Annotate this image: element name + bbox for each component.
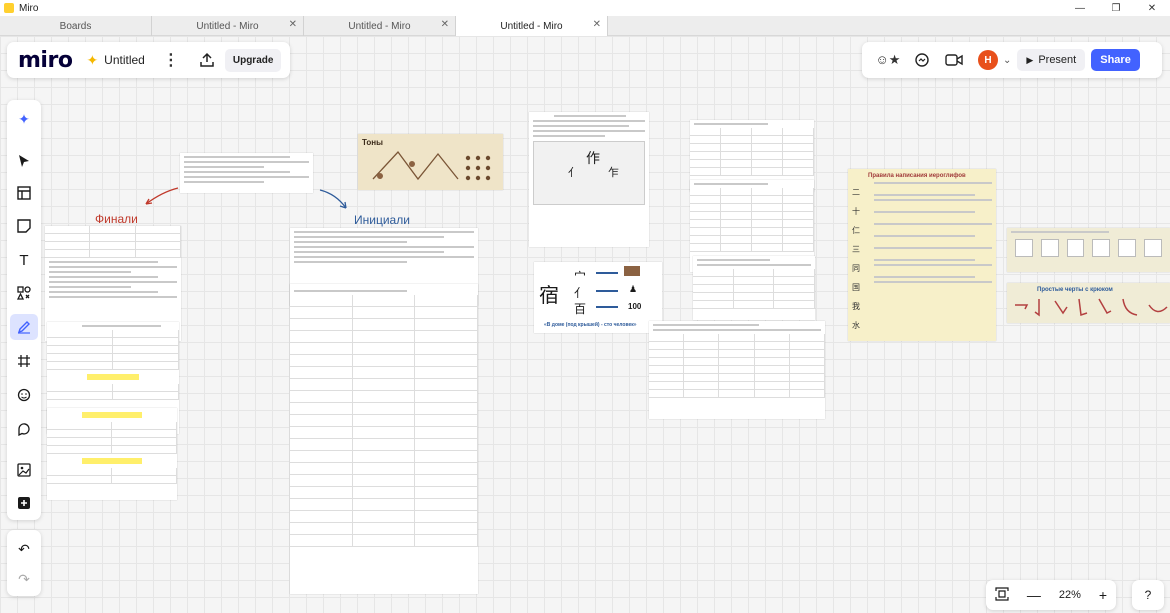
tab-untitled-3[interactable]: Untitled - Miro ✕ — [456, 16, 608, 36]
tab-bar: Boards Untitled - Miro ✕ Untitled - Miro… — [0, 16, 1170, 36]
initials-list-doc[interactable] — [290, 284, 478, 594]
finals-vowels-doc[interactable] — [47, 408, 177, 500]
zoom-out-icon[interactable]: — — [1027, 587, 1041, 603]
export-icon[interactable] — [197, 50, 217, 70]
frame-tool-icon[interactable] — [10, 348, 38, 374]
stickers-icon[interactable] — [10, 382, 38, 408]
tab-label: Boards — [59, 20, 92, 32]
play-icon: ▶ — [1026, 54, 1034, 65]
comment-icon[interactable] — [10, 416, 38, 442]
upload-image-icon[interactable] — [10, 457, 38, 483]
complex-strokes-doc[interactable] — [649, 321, 825, 419]
text-tool-icon[interactable]: T — [10, 247, 38, 273]
add-more-icon[interactable] — [10, 490, 38, 516]
left-toolbar: ✦ T — [7, 100, 41, 520]
pen-tool-icon[interactable] — [10, 314, 38, 340]
video-call-icon[interactable] — [942, 48, 966, 72]
undo-redo-bar: ↶ ↷ — [7, 530, 41, 596]
sparkle-board-icon: ✦ — [86, 51, 99, 68]
close-icon[interactable]: ✕ — [593, 19, 601, 30]
board-canvas[interactable]: Финали Инициали Тоны 作 亻 乍 宿 宀 亻 百 ♟ 100… — [0, 36, 1170, 613]
collab-toolbar: ☺★ H ⌄ ▶ Present Share — [862, 42, 1162, 78]
strokes-doc[interactable]: 作 亻 乍 — [529, 112, 649, 247]
blue-arrow — [319, 189, 347, 209]
user-menu[interactable]: H ⌄ — [978, 50, 1011, 70]
writing-rules-doc[interactable]: Правила написания иероглифов 二十仁三同国我水 — [848, 169, 996, 341]
red-arrow — [145, 187, 179, 205]
ai-sparkle-icon[interactable]: ✦ — [10, 106, 38, 132]
minimize-icon[interactable]: — — [1062, 0, 1098, 16]
zoom-controls: — 22% + — [986, 580, 1116, 610]
tab-untitled-1[interactable]: Untitled - Miro ✕ — [152, 16, 304, 36]
house-number: 100 — [628, 302, 642, 311]
select-tool-icon[interactable] — [10, 148, 38, 174]
present-label: Present — [1038, 54, 1077, 66]
redo-icon[interactable]: ↷ — [10, 566, 38, 592]
tab-label: Untitled - Miro — [196, 20, 259, 32]
tab-boards[interactable]: Boards — [0, 16, 152, 36]
finals-heading: Финали — [95, 212, 138, 226]
strokes-table-doc-3[interactable] — [693, 256, 815, 320]
window-titlebar: Miro — ❐ ✕ — [0, 0, 1170, 16]
chat-icon[interactable] — [910, 48, 934, 72]
tones-image[interactable]: Тоны — [358, 134, 503, 190]
upgrade-button[interactable]: Upgrade — [224, 48, 282, 72]
more-options-icon[interactable]: ⋮ — [163, 50, 179, 70]
chevron-down-icon: ⌄ — [1003, 54, 1012, 66]
miro-app-icon — [4, 3, 14, 13]
window-controls: — ❐ ✕ — [1062, 0, 1170, 16]
zoom-in-icon[interactable]: + — [1099, 587, 1107, 603]
rules-title: Правила написания иероглифов — [868, 173, 966, 179]
close-window-icon[interactable]: ✕ — [1134, 0, 1170, 16]
reactions-icon[interactable]: ☺★ — [870, 48, 906, 72]
zoom-level[interactable]: 22% — [1059, 589, 1081, 601]
stroke-cards-doc[interactable] — [1007, 228, 1170, 272]
board-header: miro ✦ Untitled ⋮ Upgrade — [7, 42, 290, 78]
window-title: Miro — [19, 2, 39, 14]
house-image[interactable]: 宿 宀 亻 百 ♟ 100 «В доме (под крышей) - сто… — [534, 262, 662, 333]
miro-logo[interactable]: miro — [18, 48, 73, 73]
intro-text-doc[interactable] — [180, 153, 313, 193]
board-name[interactable]: Untitled — [104, 53, 145, 67]
share-button[interactable]: Share — [1091, 49, 1140, 71]
hook-strokes-doc[interactable]: Простые черты с крюком — [1007, 283, 1170, 323]
sticky-note-icon[interactable] — [10, 213, 38, 239]
close-icon[interactable]: ✕ — [441, 19, 449, 30]
shapes-icon[interactable] — [10, 280, 38, 306]
help-icon[interactable]: ? — [1132, 580, 1164, 610]
avatar: H — [978, 50, 998, 70]
present-button[interactable]: ▶ Present — [1017, 49, 1086, 71]
strokes-title: Простые черты с крюком — [1037, 287, 1113, 293]
undo-icon[interactable]: ↶ — [10, 536, 38, 562]
maximize-icon[interactable]: ❐ — [1098, 0, 1134, 16]
fit-screen-icon[interactable] — [995, 586, 1009, 604]
close-icon[interactable]: ✕ — [289, 19, 297, 30]
tab-label: Untitled - Miro — [500, 20, 563, 32]
tab-label: Untitled - Miro — [348, 20, 411, 32]
house-caption: «В доме (под крышей) - сто человек» — [544, 322, 637, 328]
tab-untitled-2[interactable]: Untitled - Miro ✕ — [304, 16, 456, 36]
initials-heading: Инициали — [354, 213, 410, 227]
templates-icon[interactable] — [10, 180, 38, 206]
